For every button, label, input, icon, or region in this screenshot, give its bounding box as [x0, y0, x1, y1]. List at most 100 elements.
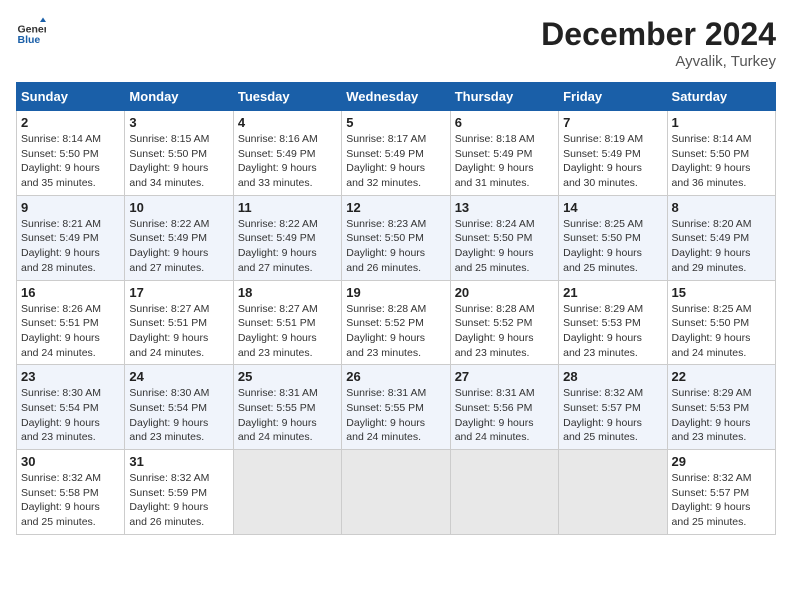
day-info: Sunrise: 8:21 AM Sunset: 5:49 PM Dayligh… [21, 217, 120, 276]
calendar-cell: 14 Sunrise: 8:25 AM Sunset: 5:50 PM Dayli… [559, 195, 667, 280]
day-info: Sunrise: 8:20 AM Sunset: 5:49 PM Dayligh… [672, 217, 771, 276]
day-number: 5 [346, 115, 445, 130]
day-info: Sunrise: 8:32 AM Sunset: 5:57 PM Dayligh… [672, 471, 771, 530]
day-info: Sunrise: 8:32 AM Sunset: 5:59 PM Dayligh… [129, 471, 228, 530]
calendar-cell: 27 Sunrise: 8:31 AM Sunset: 5:56 PM Dayli… [450, 365, 558, 450]
col-thursday: Thursday [450, 83, 558, 111]
day-number: 8 [672, 200, 771, 215]
calendar-cell: 7 Sunrise: 8:19 AM Sunset: 5:49 PM Daylig… [559, 111, 667, 196]
day-number: 1 [672, 115, 771, 130]
day-info: Sunrise: 8:19 AM Sunset: 5:49 PM Dayligh… [563, 132, 662, 191]
day-number: 15 [672, 285, 771, 300]
calendar-cell [233, 450, 341, 535]
day-info: Sunrise: 8:16 AM Sunset: 5:49 PM Dayligh… [238, 132, 337, 191]
day-number: 28 [563, 369, 662, 384]
day-number: 22 [672, 369, 771, 384]
calendar-cell: 17 Sunrise: 8:27 AM Sunset: 5:51 PM Dayli… [125, 280, 233, 365]
logo-icon: General Blue [16, 16, 46, 46]
day-number: 13 [455, 200, 554, 215]
calendar-cell: 29 Sunrise: 8:32 AM Sunset: 5:57 PM Dayli… [667, 450, 775, 535]
day-info: Sunrise: 8:22 AM Sunset: 5:49 PM Dayligh… [238, 217, 337, 276]
day-info: Sunrise: 8:17 AM Sunset: 5:49 PM Dayligh… [346, 132, 445, 191]
calendar-cell: 5 Sunrise: 8:17 AM Sunset: 5:49 PM Daylig… [342, 111, 450, 196]
calendar-cell: 19 Sunrise: 8:28 AM Sunset: 5:52 PM Dayli… [342, 280, 450, 365]
day-number: 7 [563, 115, 662, 130]
day-info: Sunrise: 8:28 AM Sunset: 5:52 PM Dayligh… [455, 302, 554, 361]
col-wednesday: Wednesday [342, 83, 450, 111]
day-number: 11 [238, 200, 337, 215]
calendar-cell: 11 Sunrise: 8:22 AM Sunset: 5:49 PM Dayli… [233, 195, 341, 280]
day-number: 6 [455, 115, 554, 130]
location: Ayvalik, Turkey [541, 53, 776, 70]
calendar-row: 2Sunrise: 8:14 AM Sunset: 5:50 PM Daylig… [17, 111, 776, 196]
day-number: 20 [455, 285, 554, 300]
day-info: Sunrise: 8:27 AM Sunset: 5:51 PM Dayligh… [129, 302, 228, 361]
day-info: Sunrise: 8:25 AM Sunset: 5:50 PM Dayligh… [672, 302, 771, 361]
calendar-cell: 16 Sunrise: 8:26 AM Sunset: 5:51 PM Dayli… [17, 280, 125, 365]
col-sunday: Sunday [17, 83, 125, 111]
title-block: December 2024 Ayvalik, Turkey [541, 16, 776, 70]
day-info: Sunrise: 8:30 AM Sunset: 5:54 PM Dayligh… [129, 386, 228, 445]
day-number: 12 [346, 200, 445, 215]
calendar-cell: 30Sunrise: 8:32 AM Sunset: 5:58 PM Dayli… [17, 450, 125, 535]
day-info: Sunrise: 8:32 AM Sunset: 5:57 PM Dayligh… [563, 386, 662, 445]
day-number: 25 [238, 369, 337, 384]
day-info: Sunrise: 8:22 AM Sunset: 5:49 PM Dayligh… [129, 217, 228, 276]
calendar-cell: 12 Sunrise: 8:23 AM Sunset: 5:50 PM Dayli… [342, 195, 450, 280]
day-number: 23 [21, 369, 120, 384]
day-info: Sunrise: 8:30 AM Sunset: 5:54 PM Dayligh… [21, 386, 120, 445]
day-info: Sunrise: 8:24 AM Sunset: 5:50 PM Dayligh… [455, 217, 554, 276]
day-number: 9 [21, 200, 120, 215]
day-number: 17 [129, 285, 228, 300]
day-info: Sunrise: 8:29 AM Sunset: 5:53 PM Dayligh… [672, 386, 771, 445]
col-friday: Friday [559, 83, 667, 111]
calendar-cell: 23 Sunrise: 8:30 AM Sunset: 5:54 PM Dayli… [17, 365, 125, 450]
calendar-cell: 6Sunrise: 8:18 AM Sunset: 5:49 PM Daylig… [450, 111, 558, 196]
calendar-cell: 31 Sunrise: 8:32 AM Sunset: 5:59 PM Dayli… [125, 450, 233, 535]
calendar-cell [450, 450, 558, 535]
calendar-row: 9 Sunrise: 8:21 AM Sunset: 5:49 PM Daylig… [17, 195, 776, 280]
day-number: 3 [129, 115, 228, 130]
logo: General Blue [16, 16, 46, 46]
day-number: 21 [563, 285, 662, 300]
day-info: Sunrise: 8:31 AM Sunset: 5:56 PM Dayligh… [455, 386, 554, 445]
day-info: Sunrise: 8:15 AM Sunset: 5:50 PM Dayligh… [129, 132, 228, 191]
day-info: Sunrise: 8:27 AM Sunset: 5:51 PM Dayligh… [238, 302, 337, 361]
day-info: Sunrise: 8:29 AM Sunset: 5:53 PM Dayligh… [563, 302, 662, 361]
day-number: 24 [129, 369, 228, 384]
day-number: 29 [672, 454, 771, 469]
calendar-cell: 21 Sunrise: 8:29 AM Sunset: 5:53 PM Dayli… [559, 280, 667, 365]
day-number: 19 [346, 285, 445, 300]
day-number: 30 [21, 454, 120, 469]
calendar-cell: 20 Sunrise: 8:28 AM Sunset: 5:52 PM Dayli… [450, 280, 558, 365]
day-info: Sunrise: 8:28 AM Sunset: 5:52 PM Dayligh… [346, 302, 445, 361]
calendar-cell: 2Sunrise: 8:14 AM Sunset: 5:50 PM Daylig… [17, 111, 125, 196]
calendar-cell: 10 Sunrise: 8:22 AM Sunset: 5:49 PM Dayli… [125, 195, 233, 280]
calendar-cell: 28 Sunrise: 8:32 AM Sunset: 5:57 PM Dayli… [559, 365, 667, 450]
day-number: 14 [563, 200, 662, 215]
calendar-cell: 13 Sunrise: 8:24 AM Sunset: 5:50 PM Dayli… [450, 195, 558, 280]
calendar-row: 16 Sunrise: 8:26 AM Sunset: 5:51 PM Dayli… [17, 280, 776, 365]
day-number: 10 [129, 200, 228, 215]
month-title: December 2024 [541, 16, 776, 53]
calendar-cell: 24 Sunrise: 8:30 AM Sunset: 5:54 PM Dayli… [125, 365, 233, 450]
day-number: 31 [129, 454, 228, 469]
day-number: 4 [238, 115, 337, 130]
calendar-cell: 22 Sunrise: 8:29 AM Sunset: 5:53 PM Dayli… [667, 365, 775, 450]
calendar-cell: 18 Sunrise: 8:27 AM Sunset: 5:51 PM Dayli… [233, 280, 341, 365]
day-number: 26 [346, 369, 445, 384]
calendar-cell: 8 Sunrise: 8:20 AM Sunset: 5:49 PM Daylig… [667, 195, 775, 280]
day-info: Sunrise: 8:25 AM Sunset: 5:50 PM Dayligh… [563, 217, 662, 276]
day-info: Sunrise: 8:31 AM Sunset: 5:55 PM Dayligh… [346, 386, 445, 445]
day-number: 16 [21, 285, 120, 300]
calendar-table: Sunday Monday Tuesday Wednesday Thursday… [16, 82, 776, 535]
svg-text:Blue: Blue [18, 34, 41, 46]
day-info: Sunrise: 8:26 AM Sunset: 5:51 PM Dayligh… [21, 302, 120, 361]
day-number: 18 [238, 285, 337, 300]
day-info: Sunrise: 8:14 AM Sunset: 5:50 PM Dayligh… [672, 132, 771, 191]
day-number: 27 [455, 369, 554, 384]
calendar-cell: 26 Sunrise: 8:31 AM Sunset: 5:55 PM Dayli… [342, 365, 450, 450]
calendar-cell: 25Sunrise: 8:31 AM Sunset: 5:55 PM Dayli… [233, 365, 341, 450]
day-info: Sunrise: 8:23 AM Sunset: 5:50 PM Dayligh… [346, 217, 445, 276]
calendar-cell: 9 Sunrise: 8:21 AM Sunset: 5:49 PM Daylig… [17, 195, 125, 280]
